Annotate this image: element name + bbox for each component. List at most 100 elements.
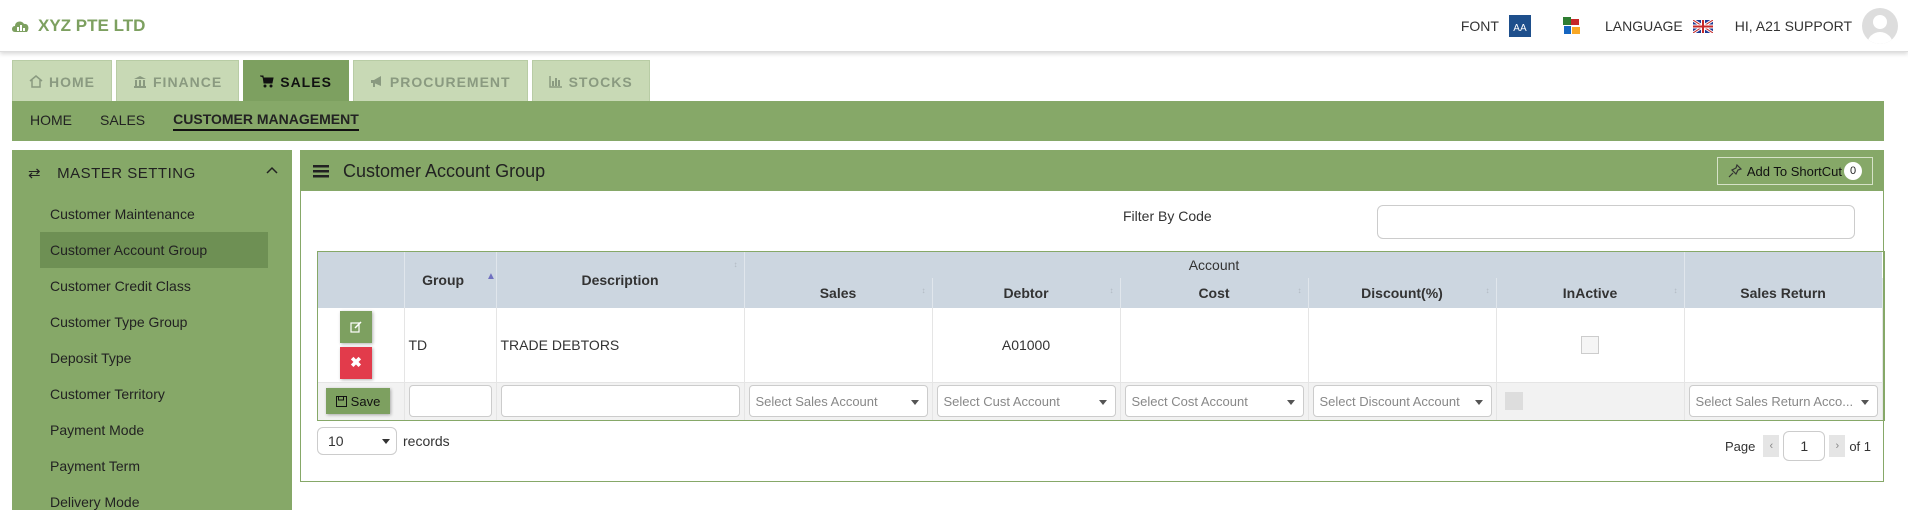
page-size-select[interactable]: 10 (317, 427, 397, 455)
page-label: Page (1724, 438, 1756, 454)
brand-name: XYZ PTE LTD (38, 16, 146, 35)
sidebar-item-payment-term[interactable]: Payment Term (40, 448, 268, 484)
cell-debtor: A01000 (932, 308, 1121, 383)
font-label: FONT (1460, 18, 1499, 34)
new-inactive-checkbox[interactable] (1504, 392, 1523, 410)
panel-header: Customer Account Group Add To ShortCut 0 (301, 151, 1883, 191)
sidebar-item-customer-credit-class[interactable]: Customer Credit Class (40, 268, 268, 304)
column-header-cost[interactable]: Cost ↕ (1120, 278, 1309, 308)
sidebar-item-customer-type-group[interactable]: Customer Type Group (40, 304, 268, 340)
page-number-input[interactable]: 1 (1783, 431, 1826, 461)
tab-label: HOME (49, 73, 95, 90)
chevron-up-icon[interactable] (266, 166, 278, 174)
cell-group: TD (404, 308, 497, 383)
sort-icon: ↕ (1673, 286, 1678, 295)
column-header-debtor[interactable]: Debtor ↕ (932, 278, 1121, 308)
swap-arrows-icon: ⇄ (28, 165, 42, 182)
home-icon (29, 75, 43, 88)
new-group-input[interactable] (408, 385, 492, 417)
globe-language-icon[interactable] (1561, 15, 1583, 37)
uk-flag-icon (1692, 19, 1713, 33)
tab-label: PROCUREMENT (389, 73, 511, 90)
sales-return-account-select[interactable]: Select Sales Return Acco... (1688, 385, 1878, 417)
top-right-menu: FONT AA LANGUAGE HI, A21 SUPPORT (1439, 8, 1898, 44)
megaphone-icon (370, 76, 381, 87)
column-header-group[interactable]: Group ▲ (404, 252, 497, 308)
table-row[interactable]: ✖ TD TRADE DEBTORS A01000 (318, 308, 1883, 383)
filter-label: Filter By Code (1123, 208, 1212, 224)
top-bar: XYZ PTE LTD FONT AA LANGUAGE HI, A21 SUP… (0, 0, 1908, 52)
cell-sales (744, 308, 933, 383)
pagination: Page ‹ 1 › of 1 (1725, 431, 1871, 461)
sidebar-header[interactable]: ⇄ MASTER SETTING (12, 150, 292, 196)
tab-stocks[interactable]: STOCKS (531, 60, 650, 102)
subnav-customer-management[interactable]: CUSTOMER MANAGEMENT (173, 111, 359, 131)
new-sales-cell: Select Sales Account (744, 382, 933, 420)
sidebar-item-customer-account-group[interactable]: Customer Account Group (40, 232, 268, 268)
sort-icon: ↕ (921, 286, 926, 295)
discount-account-select[interactable]: Select Discount Account (1312, 385, 1492, 417)
sidebar-item-delivery-mode[interactable]: Delivery Mode (40, 484, 268, 510)
page-title: Customer Account Group (343, 160, 546, 181)
shortcut-label: Add To ShortCut (1746, 163, 1842, 179)
tab-finance[interactable]: FINANCE (116, 60, 240, 102)
font-selector[interactable]: FONT AA (1461, 15, 1531, 37)
pin-icon (1728, 164, 1742, 178)
new-description-input[interactable] (500, 385, 740, 417)
edit-icon (350, 321, 362, 333)
column-header-description[interactable]: Description ↕ (496, 252, 745, 308)
inactive-checkbox[interactable] (1581, 335, 1600, 354)
new-discount-cell: Select Discount Account (1308, 382, 1497, 420)
subnav-sales[interactable]: SALES (100, 112, 145, 130)
tab-procurement[interactable]: PROCUREMENT (352, 60, 528, 102)
cell-inactive (1496, 308, 1685, 383)
sidebar-item-deposit-type[interactable]: Deposit Type (40, 340, 268, 376)
subnav-home[interactable]: HOME (30, 112, 72, 130)
column-header-discount[interactable]: Discount(%) ↕ (1308, 278, 1497, 308)
new-description-cell (496, 382, 745, 420)
column-header-sales-return[interactable]: Sales Return (1684, 278, 1883, 308)
sales-account-select[interactable]: Select Sales Account (748, 385, 928, 417)
close-icon: ✖ (350, 354, 362, 371)
sidebar-item-payment-mode[interactable]: Payment Mode (40, 412, 268, 448)
page-total-label: of 1 (1849, 438, 1871, 454)
tab-home[interactable]: HOME (12, 60, 112, 102)
cart-icon (260, 75, 274, 88)
save-icon (335, 395, 347, 407)
module-tabs: HOME FINANCE SALES PROCUREMENT STOCKS (12, 60, 654, 102)
delete-button[interactable]: ✖ (340, 346, 372, 379)
sidebar-title: MASTER SETTING (57, 164, 196, 182)
sort-icon: ↕ (1297, 286, 1302, 295)
sidebar-list: Customer Maintenance Customer Account Gr… (12, 196, 292, 510)
prev-page-button[interactable]: ‹ (1763, 435, 1780, 457)
bank-icon (134, 76, 146, 88)
cost-account-select[interactable]: Select Cost Account (1124, 385, 1304, 417)
next-page-button[interactable]: › (1829, 435, 1846, 457)
column-header-sales[interactable]: Sales ↕ (744, 278, 933, 308)
font-size-icon[interactable]: AA (1508, 15, 1531, 37)
avatar[interactable] (1862, 8, 1898, 44)
tab-sales[interactable]: SALES (243, 60, 349, 102)
column-header-inactive[interactable]: InActive ↕ (1496, 278, 1685, 308)
new-row: Save Select Sales Account Select Cust Ac… (318, 382, 1883, 420)
edit-button[interactable] (340, 310, 372, 343)
sidebar-item-customer-territory[interactable]: Customer Territory (40, 376, 268, 412)
account-group-grid: Group ▲ Description ↕ Account Sales ↕ Debt… (317, 251, 1885, 421)
cust-account-select[interactable]: Select Cust Account (936, 385, 1116, 417)
hamburger-menu-icon[interactable] (313, 164, 329, 178)
add-to-shortcut-button[interactable]: Add To ShortCut 0 (1716, 157, 1873, 185)
save-button[interactable]: Save (326, 388, 390, 414)
user-menu[interactable]: HI, A21 SUPPORT (1735, 8, 1898, 44)
bar-chart-icon (548, 76, 562, 88)
brand-logo[interactable]: XYZ PTE LTD (10, 16, 145, 36)
sub-navigation: HOME SALES CUSTOMER MANAGEMENT (12, 101, 1884, 141)
sidebar: ⇄ MASTER SETTING Customer Maintenance Cu… (12, 150, 292, 510)
user-greeting: HI, A21 SUPPORT (1734, 18, 1852, 34)
new-inactive-cell (1496, 382, 1685, 420)
tab-label: SALES (280, 73, 332, 90)
language-selector[interactable]: LANGUAGE (1605, 18, 1713, 34)
account-group-table: Group ▲ Description ↕ Account Sales ↕ Debt… (318, 252, 1883, 420)
records-label: records (403, 433, 450, 449)
sidebar-item-customer-maintenance[interactable]: Customer Maintenance (40, 196, 268, 232)
filter-by-code-input[interactable] (1377, 205, 1855, 239)
